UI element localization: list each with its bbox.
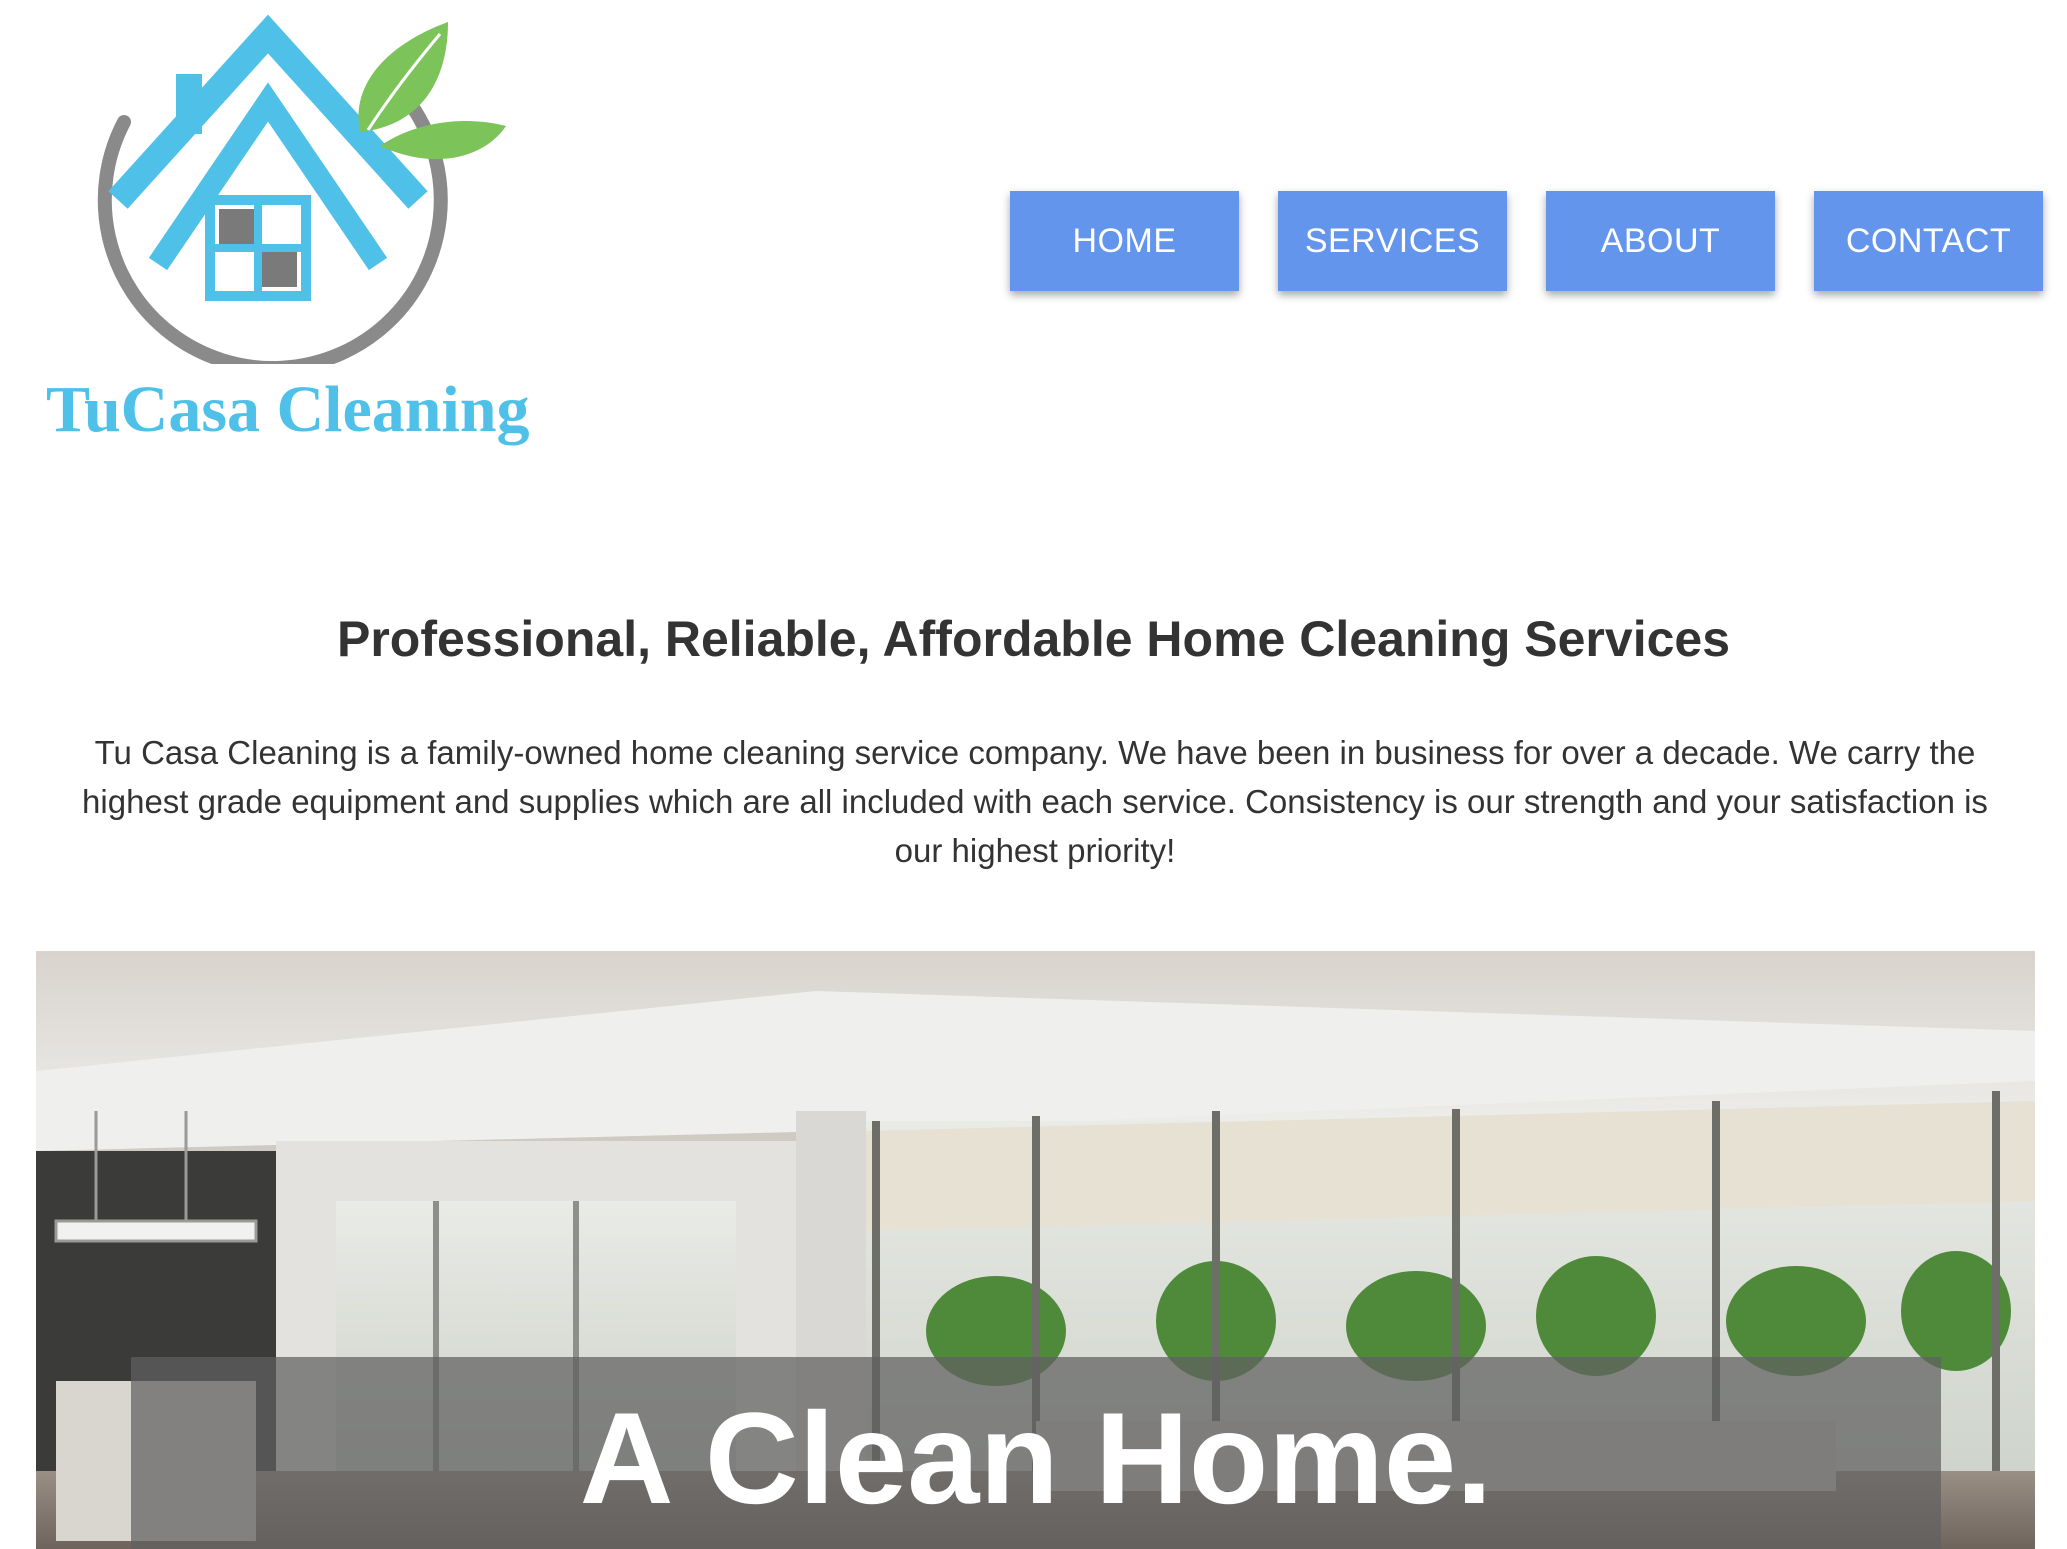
hero-title: A Clean Home.	[579, 1385, 1493, 1531]
nav-contact-button[interactable]: CONTACT	[1814, 191, 2043, 291]
nav-home-button[interactable]: HOME	[1010, 191, 1239, 291]
hero-section: A Clean Home.	[36, 951, 2035, 1549]
nav-about-button[interactable]: ABOUT	[1546, 191, 1775, 291]
brand-name: TuCasa Cleaning	[46, 373, 530, 446]
main-nav: HOME SERVICES ABOUT CONTACT	[1010, 191, 2043, 291]
intro-paragraph: Tu Casa Cleaning is a family-owned home …	[82, 734, 1988, 869]
nav-services-button[interactable]: SERVICES	[1278, 191, 1507, 291]
hero-banner: A Clean Home.	[131, 1357, 1941, 1549]
house-leaf-logo-icon	[97, 14, 506, 364]
page: TuCasa Cleaning HOME SERVICES ABOUT CONT…	[0, 0, 2067, 1549]
page-headline: Professional, Reliable, Affordable Home …	[336, 611, 1731, 667]
brand-logo[interactable]: TuCasa Cleaning	[40, 14, 530, 454]
